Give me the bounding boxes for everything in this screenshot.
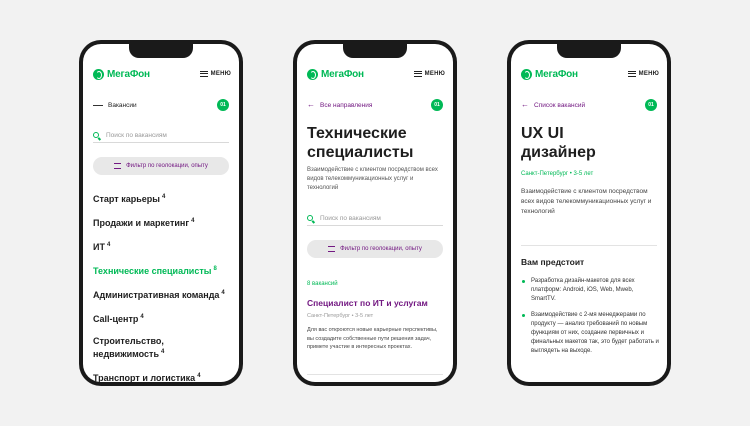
notch bbox=[343, 44, 407, 58]
screen: МегаФон МЕНЮ ← Список вакансий 01 UX UI … bbox=[511, 44, 667, 382]
divider bbox=[307, 374, 443, 375]
screen: МегаФон МЕНЮ Вакансии 01 Поиск по ваканс… bbox=[83, 44, 239, 382]
breadcrumb-label: Список вакансий bbox=[534, 101, 586, 109]
filter-button[interactable]: Фильтр по геолокации, опыту bbox=[307, 240, 443, 258]
search-placeholder: Поиск по вакансиям bbox=[320, 214, 381, 222]
screen: МегаФон МЕНЮ ← Все направления 01 Технич… bbox=[297, 44, 453, 382]
page-title: UX UI дизайнер bbox=[521, 125, 596, 161]
back-arrow-icon: ← bbox=[307, 100, 315, 109]
category-item[interactable]: Продажи и маркетинг 4 bbox=[93, 216, 229, 229]
category-item[interactable]: Старт карьеры 4 bbox=[93, 192, 229, 205]
page-badge: 01 bbox=[645, 99, 657, 111]
job-description: Для вас откроются новые карьерные перспе… bbox=[307, 327, 438, 350]
menu-label: МЕНЮ bbox=[424, 71, 445, 77]
logo[interactable]: МегаФон bbox=[521, 68, 578, 80]
megafon-logo-icon bbox=[307, 68, 318, 80]
logo-text: МегаФон bbox=[321, 68, 364, 80]
search-input[interactable]: Поиск по вакансиям bbox=[93, 128, 229, 143]
category-item-active[interactable]: Технические специалисты 8 bbox=[93, 264, 229, 277]
category-list: Старт карьеры 4 Продажи и маркетинг 4 ИТ 4 … bbox=[93, 192, 229, 382]
page-description: Взаимодействие с клиентом посредством вс… bbox=[307, 167, 438, 191]
menu-button[interactable]: МЕНЮ bbox=[413, 71, 445, 77]
divider bbox=[521, 245, 657, 246]
notch bbox=[129, 44, 193, 58]
search-icon bbox=[307, 215, 313, 221]
hamburger-icon bbox=[413, 71, 422, 77]
category-item[interactable]: ИТ 4 bbox=[93, 240, 229, 253]
vacancy-meta: Санкт-Петербург • 3-5 лет bbox=[521, 171, 594, 177]
hamburger-icon bbox=[199, 71, 208, 77]
logo-text: МегаФон bbox=[107, 68, 150, 80]
breadcrumb-label: Вакансии bbox=[108, 101, 137, 109]
menu-label: МЕНЮ bbox=[638, 71, 659, 77]
job-meta: Санкт-Петербург • 3-5 лет bbox=[307, 313, 374, 319]
phone-category: МегаФон МЕНЮ ← Все направления 01 Технич… bbox=[293, 40, 457, 386]
logo-text: МегаФон bbox=[535, 68, 578, 80]
logo[interactable]: МегаФон bbox=[307, 68, 364, 80]
phone-vacancy-detail: МегаФон МЕНЮ ← Список вакансий 01 UX UI … bbox=[507, 40, 671, 386]
category-item[interactable]: Call-центр 4 bbox=[93, 312, 229, 325]
back-link[interactable]: ← Все направления bbox=[307, 101, 372, 109]
page-title: Технические специалисты bbox=[307, 125, 414, 161]
vacancy-description: Взаимодействие с клиентом посредством вс… bbox=[521, 188, 652, 215]
menu-label: МЕНЮ bbox=[210, 71, 231, 77]
page-badge: 01 bbox=[217, 99, 229, 111]
breadcrumb: ← Все направления 01 bbox=[307, 99, 443, 111]
page-badge: 01 bbox=[431, 99, 443, 111]
phone-vacancies: МегаФон МЕНЮ Вакансии 01 Поиск по ваканс… bbox=[79, 40, 243, 386]
search-icon bbox=[93, 132, 99, 138]
back-arrow-icon: ← bbox=[521, 100, 529, 109]
menu-button[interactable]: МЕНЮ bbox=[627, 71, 659, 77]
hamburger-icon bbox=[627, 71, 636, 77]
section-title: Вам предстоит bbox=[521, 257, 585, 267]
job-title-link[interactable]: Специалист по ИТ и услугам bbox=[307, 298, 428, 308]
breadcrumb-label: Все направления bbox=[320, 101, 373, 109]
back-link[interactable]: ← Список вакансий bbox=[521, 101, 585, 109]
header: МегаФон МЕНЮ bbox=[93, 66, 231, 82]
category-item[interactable]: Транспорт и логистика 4 bbox=[93, 371, 229, 382]
megafon-logo-icon bbox=[93, 68, 104, 80]
header: МегаФон МЕНЮ bbox=[307, 66, 445, 82]
logo[interactable]: МегаФон bbox=[93, 68, 150, 80]
breadcrumb: Вакансии 01 bbox=[93, 99, 229, 111]
list-item: Взаимодействие с 2-мя менеджерами по про… bbox=[521, 311, 659, 356]
notch bbox=[557, 44, 621, 58]
search-placeholder: Поиск по вакансиям bbox=[106, 131, 167, 139]
filter-label: Фильтр по геолокации, опыту bbox=[340, 246, 422, 252]
megafon-logo-icon bbox=[521, 68, 532, 80]
filter-icon bbox=[114, 163, 122, 169]
filter-label: Фильтр по геолокации, опыту bbox=[126, 163, 208, 169]
menu-button[interactable]: МЕНЮ bbox=[199, 71, 231, 77]
search-input[interactable]: Поиск по вакансиям bbox=[307, 211, 443, 226]
category-item[interactable]: Строительство, недвижимость 4 bbox=[93, 336, 229, 360]
header: МегаФон МЕНЮ bbox=[521, 66, 659, 82]
dash-icon bbox=[93, 104, 103, 106]
category-item[interactable]: Административная команда 4 bbox=[93, 288, 229, 301]
list-item: Разработка дизайн-макетов для всех платф… bbox=[521, 277, 659, 304]
responsibilities-list: Разработка дизайн-макетов для всех платф… bbox=[521, 277, 659, 363]
filter-button[interactable]: Фильтр по геолокации, опыту bbox=[93, 157, 229, 175]
vacancies-count: 8 вакансий bbox=[307, 281, 338, 287]
breadcrumb: ← Список вакансий 01 bbox=[521, 99, 657, 111]
filter-icon bbox=[328, 246, 336, 252]
